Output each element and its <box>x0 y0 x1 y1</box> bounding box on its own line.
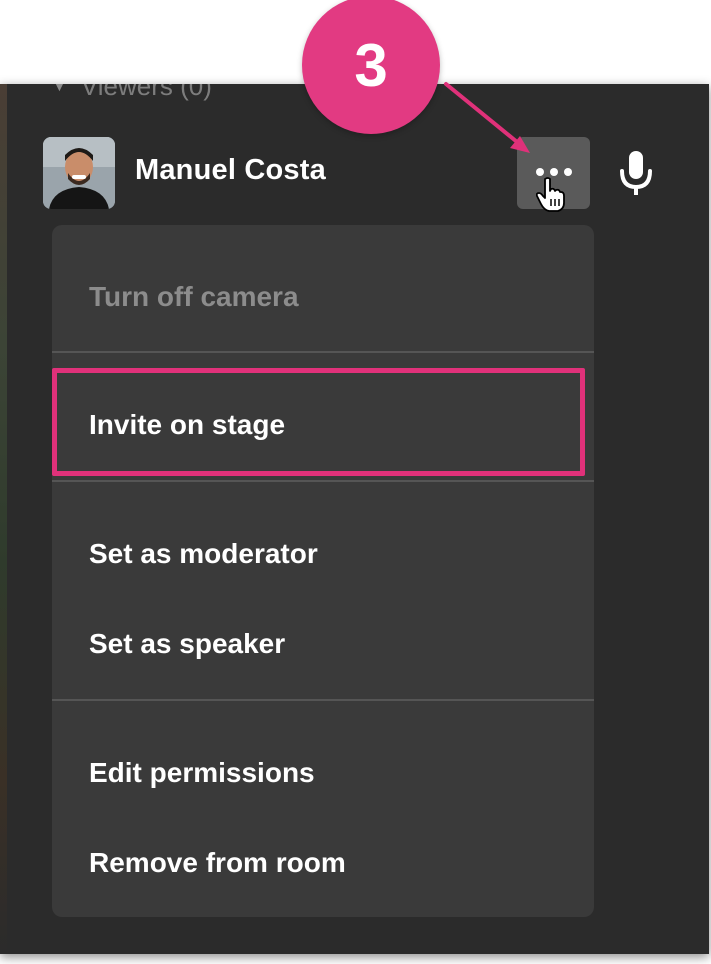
microphone-button[interactable] <box>617 149 655 199</box>
menu-divider <box>52 699 594 701</box>
participant-row: Manuel Costa <box>43 137 683 212</box>
menu-item-invite-on-stage[interactable]: Invite on stage <box>52 389 594 459</box>
avatar <box>43 137 115 209</box>
more-options-icon <box>536 168 572 176</box>
microphone-icon <box>620 151 652 195</box>
viewers-label: Viewers (0) <box>80 84 212 101</box>
menu-item-set-as-speaker[interactable]: Set as speaker <box>52 608 594 678</box>
participant-name: Manuel Costa <box>135 154 326 186</box>
menu-divider <box>52 351 594 353</box>
chevron-down-icon: ▼ <box>52 84 67 95</box>
step-number-badge: 3 <box>302 0 440 134</box>
menu-divider <box>52 480 594 482</box>
more-options-button[interactable] <box>517 137 590 212</box>
viewers-section-header[interactable]: ▼ Viewers (0) <box>52 84 212 101</box>
hand-cursor-icon <box>536 177 565 212</box>
menu-item-label: Turn off camera <box>89 281 299 312</box>
background-video-edge <box>0 84 7 954</box>
menu-item-remove-from-room[interactable]: Remove from room <box>52 827 594 897</box>
menu-item-edit-permissions[interactable]: Edit permissions <box>52 737 594 807</box>
menu-item-label: Set as moderator <box>89 538 318 569</box>
menu-item-turn-off-camera[interactable]: Turn off camera <box>52 261 594 331</box>
menu-item-label: Set as speaker <box>89 628 286 659</box>
menu-item-set-as-moderator[interactable]: Set as moderator <box>52 518 594 588</box>
participants-panel: ▼ Viewers (0) Manuel Costa Turn off came… <box>0 84 709 954</box>
menu-item-label: Invite on stage <box>89 409 286 440</box>
menu-item-label: Remove from room <box>89 847 346 878</box>
participant-context-menu: Turn off camera Invite on stage Set as m… <box>52 225 594 917</box>
menu-item-label: Edit permissions <box>89 757 315 788</box>
